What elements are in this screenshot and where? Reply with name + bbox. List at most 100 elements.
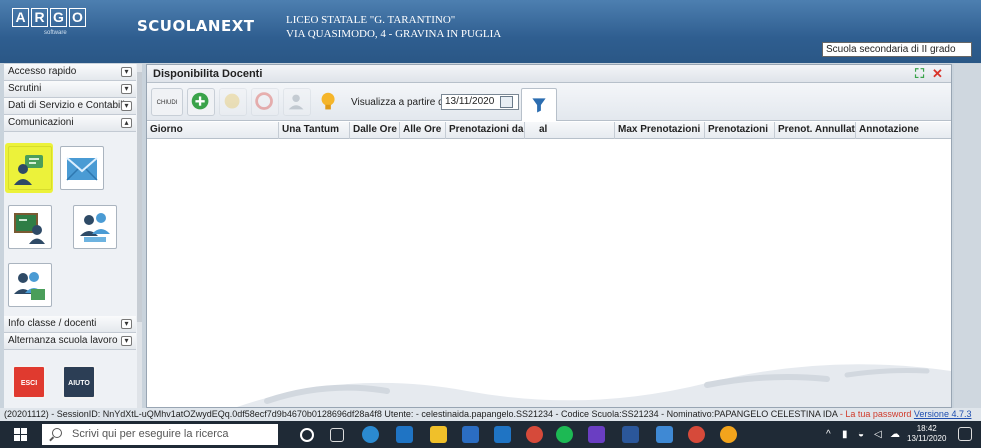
calendar-icon[interactable] — [500, 96, 513, 108]
users-button[interactable] — [283, 88, 311, 116]
sidebar-item-alternanza[interactable]: Alternanza scuola lavoro ▾ — [4, 333, 136, 350]
sidebar-item-accesso-rapido[interactable]: Accesso rapido ▾ — [4, 64, 136, 81]
tile-bacheca[interactable] — [8, 146, 52, 190]
column-header-prenotazioni-dal[interactable]: Prenotazioni dal — [446, 122, 525, 139]
users-icon — [288, 94, 304, 110]
settings-icon[interactable] — [720, 426, 737, 443]
photos-icon[interactable] — [656, 426, 673, 443]
taskbar-search-input[interactable]: Scrivi qui per eseguire la ricerca — [42, 424, 278, 445]
word-icon[interactable] — [622, 426, 639, 443]
chrome-icon[interactable] — [526, 426, 543, 443]
filter-icon — [532, 98, 546, 113]
chevron-up-icon[interactable]: ▴ — [121, 118, 132, 128]
sidebar-item-label: Dati di Servizio e Contabili — [8, 100, 125, 111]
column-header-giorno[interactable]: Giorno — [147, 122, 279, 139]
add-button[interactable] — [187, 88, 215, 116]
cloud-icon[interactable]: ☁ — [890, 429, 900, 440]
chevron-down-icon[interactable]: ▾ — [121, 67, 132, 77]
cortana-icon[interactable] — [300, 428, 314, 442]
tile-lavagna[interactable] — [8, 205, 52, 249]
school-type-select[interactable]: Scuola secondaria di II grado — [822, 42, 972, 57]
hint-button[interactable] — [315, 88, 343, 116]
close-panel-button[interactable]: CHIUDI — [151, 88, 183, 116]
school-address: VIA QUASIMODO, 4 - GRAVINA IN PUGLIA — [286, 28, 502, 40]
right-gutter — [954, 64, 981, 408]
exit-button[interactable]: ESCI — [12, 365, 46, 399]
sidebar-item-scrutini[interactable]: Scrutini ▾ — [4, 81, 136, 98]
search-icon — [52, 428, 62, 438]
version-link[interactable]: Versione 4.7.3 — [914, 409, 972, 419]
tile-gruppo-classe[interactable] — [8, 263, 52, 307]
sidebar-item-label: Accesso rapido — [8, 66, 77, 77]
teacher-board-icon — [14, 155, 43, 185]
logo-letter: R — [31, 8, 48, 27]
column-header-annotazione[interactable]: Annotazione — [856, 122, 951, 139]
search-placeholder: Scrivi qui per eseguire la ricerca — [72, 428, 229, 440]
delete-icon — [255, 92, 273, 110]
column-header-una-tantum[interactable]: Una Tantum — [279, 122, 350, 139]
logo-letter: A — [12, 8, 29, 27]
tile-messaggi[interactable] — [60, 146, 104, 190]
password-warning[interactable]: - La tua password — [840, 409, 912, 419]
sidebar-scrollbar[interactable] — [137, 64, 142, 408]
volume-icon[interactable]: ◁ — [874, 429, 882, 440]
sidebar-item-info-classe[interactable]: Info classe / docenti ▾ — [4, 316, 136, 333]
app-icon[interactable] — [588, 426, 605, 443]
task-view-icon[interactable] — [330, 428, 344, 442]
logo-letter: O — [69, 8, 86, 27]
chevron-down-icon[interactable]: ▾ — [121, 101, 132, 111]
scrollbar-thumb[interactable] — [137, 72, 142, 322]
clock-time: 18:42 — [916, 424, 937, 433]
edit-button[interactable] — [219, 88, 247, 116]
windows-start-icon[interactable] — [14, 428, 27, 441]
chevron-down-icon[interactable]: ▾ — [121, 84, 132, 94]
mail-icon[interactable] — [396, 426, 413, 443]
chrome-2-icon[interactable] — [688, 426, 705, 443]
mail-app-icon[interactable] — [494, 426, 511, 443]
chevron-down-icon[interactable]: ▾ — [121, 336, 132, 346]
close-icon[interactable]: ✕ — [932, 67, 943, 80]
toolbar: CHIUDI Visualizza a partire dal: 13/11/2… — [147, 83, 951, 121]
edit-icon — [224, 93, 240, 109]
date-label: Visualizza a partire dal: — [351, 97, 455, 108]
taskbar-clock[interactable]: 18:42 13/11/2020 — [907, 424, 946, 444]
school-info: LICEO STATALE "G. TARANTINO" VIA QUASIMO… — [286, 13, 501, 41]
page-title: Disponibilita Docenti — [153, 68, 263, 80]
session-info: (20201112) - SessionID: NnYdXtL-uQMhv1at… — [4, 409, 838, 419]
column-header-prenot-annullate[interactable]: Prenot. Annullate — [775, 122, 856, 139]
table-body — [147, 139, 951, 407]
notifications-icon[interactable] — [958, 427, 972, 441]
column-header-prenotazioni[interactable]: Prenotazioni — [705, 122, 775, 139]
logo-subtitle: software — [44, 30, 67, 36]
column-header-max-prenotazioni[interactable]: Max Prenotazioni — [615, 122, 705, 139]
chevron-down-icon[interactable]: ▾ — [121, 319, 132, 329]
school-name: LICEO STATALE "G. TARANTINO" — [286, 14, 456, 26]
chevron-up-icon[interactable]: ^ — [826, 429, 831, 440]
main-panel: Disponibilita Docenti ⛶ ✕ CHIUDI Visuali… — [146, 64, 952, 408]
help-button[interactable]: AIUTO — [62, 365, 96, 399]
session-status: (20201112) - SessionID: NnYdXtL-uQMhv1at… — [0, 408, 981, 421]
filter-button[interactable] — [521, 88, 557, 121]
argo-logo: A R G O — [12, 8, 86, 27]
spotify-icon[interactable] — [556, 426, 573, 443]
app-header: A R G O software SCUOLANEXT LICEO STATAL… — [0, 0, 981, 63]
edge-icon[interactable] — [362, 426, 379, 443]
table-header: Giorno Una Tantum Dalle Ore Alle Ore Pre… — [147, 122, 951, 139]
file-explorer-icon[interactable] — [430, 426, 447, 443]
column-header-alle-ore[interactable]: Alle Ore — [400, 122, 446, 139]
column-header-al[interactable]: al — [525, 122, 615, 139]
column-header-dalle-ore[interactable]: Dalle Ore — [350, 122, 400, 139]
sidebar-item-label: Info classe / docenti — [8, 318, 97, 329]
sidebar-item-dati-servizio[interactable]: Dati di Servizio e Contabili ▾ — [4, 98, 136, 115]
app-brand: SCUOLANEXT — [137, 17, 255, 35]
store-icon[interactable] — [462, 426, 479, 443]
sidebar-item-label: Scrutini — [8, 83, 42, 94]
delete-button[interactable] — [251, 88, 279, 116]
users-board-icon — [14, 272, 45, 300]
tile-gruppo-docenti[interactable] — [73, 205, 117, 249]
sidebar-item-comunicazioni[interactable]: Comunicazioni ▴ — [4, 115, 136, 132]
logo-letter: G — [50, 8, 67, 27]
network-icon[interactable]: ▮ — [842, 429, 848, 440]
maximize-icon[interactable]: ⛶ — [915, 67, 924, 80]
wifi-icon[interactable]: ◒ — [858, 429, 864, 440]
